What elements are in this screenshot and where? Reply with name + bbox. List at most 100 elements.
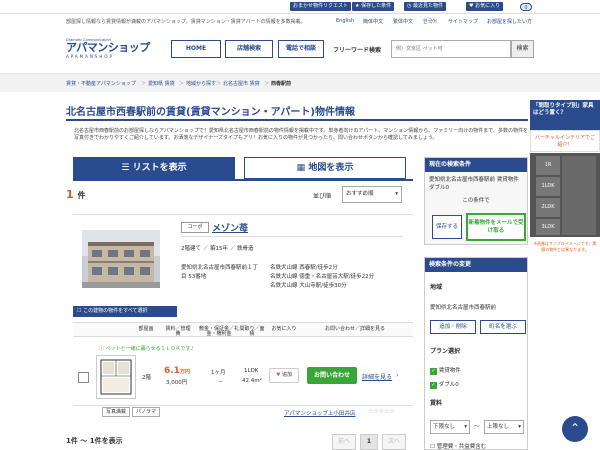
contact-button[interactable]: お問い合わせ [307,367,357,384]
rent-label: 賃料 [430,400,443,407]
tagline: 部屋探し情報なら賃貸情報が満載のアパマンショップ。賃貸マンション・賃貸アパートの… [66,19,306,25]
area-label: 地域 [430,284,443,291]
room-note: ⓘ ペットと一緒に暮らせる１ＬＤＫです♪ [99,346,194,352]
current-conditions-text: 愛知県北名古屋市西春駅前 賃貸物件 ダブル0 [429,177,519,191]
current-conditions-heading: 現在の検索条件 [425,158,527,172]
lang-english[interactable]: English [336,18,354,24]
freeword-label: フリーワード検索 [333,47,382,54]
building-address: 愛知県北名古屋市西春駅前１丁目 53番地 [181,265,259,280]
floorplan-image[interactable] [96,355,136,399]
freeword-search-input[interactable] [391,40,511,58]
recent-button[interactable]: ◷ 最近見た物件 [404,2,446,11]
shop-link[interactable]: アパマンショップ上小田井店 [284,409,355,417]
layout-note: ※画像はサンプルイメージです。実際の物件とは異なります。 [530,238,600,270]
fee-include-checkbox[interactable]: ☐ 管理費・共益費含む [430,442,486,450]
col-header: 敷金・保証金／礼金・権利金 [198,326,239,337]
favorites-button[interactable]: ♥ お気に入り [466,2,504,11]
area-edit-button[interactable]: 追加・削除 [430,320,476,334]
room-layout: 1LDK [244,368,259,374]
layout-banner-sub: バーチャルインテリアでご紹介！ [530,130,600,152]
lang-traditional-chinese[interactable]: 繁体中文 [393,18,413,25]
search-button[interactable]: 検索 [511,40,534,58]
detail-link[interactable]: 詳細を見る [362,372,392,381]
nav-phone-button[interactable]: 電話で相談 [278,40,324,58]
layout-type-2ldk[interactable]: 2LDK [536,198,560,217]
room-area: 42.4m² [242,378,262,384]
star-icon: ★ [355,3,360,9]
room-key-money: － [218,380,224,386]
chevron-up-icon: ⌃ [569,421,581,435]
breadcrumb-item[interactable]: 賃貸・不動産アパマンショップ [66,80,136,87]
building-type-badge: コーポ [181,222,209,233]
breadcrumb-item[interactable]: 愛知県 賃貸 [148,80,175,87]
scroll-to-top-button[interactable]: ⌃ [562,416,588,442]
request-button[interactable]: おまかせ物件リクエスト [290,2,352,11]
nav-shop-search-button[interactable]: 店舗検索 [225,40,273,58]
layout-type-3ldk[interactable]: 3LDK [536,219,560,235]
divider [181,236,403,237]
access-item: 名鉄犬山線 大山寺駅/徒歩30分 [270,283,347,289]
breadcrumb-item[interactable]: 北名古屋市 賃貸 [223,80,260,87]
breadcrumb-item[interactable]: 地域から探す [186,80,216,87]
col-header: 賃料／管理費 [165,326,191,337]
intro-text: 北名古屋市西春駅前のお部屋探しならアパマンショップで！愛知県北名古屋市西春駅前の… [74,128,529,141]
rent-max-select[interactable]: 上限なし ▾ [484,420,524,434]
pager-prev-button[interactable]: 前へ [332,434,356,450]
layout-preview-image [562,156,596,235]
chevron-down-icon: ▾ [518,424,521,430]
room-floor: 2階 [142,375,151,381]
breadcrumb-separator: ＞ [141,81,147,87]
plan-option-double0[interactable]: ✓ ダブル0 [430,380,459,389]
sort-select[interactable]: おすすめ順 ▾ [342,186,402,203]
access-list: 名鉄犬山線 西春駅/徒歩2分 名鉄犬山線 徳重・名古屋芸大駅/徒歩22分 名鉄犬… [270,264,410,291]
room-search-link[interactable]: お部屋を探したい方 [487,18,532,25]
heart-icon: ♥ [469,3,474,9]
sitemap-link[interactable]: サイトマップ [448,18,478,25]
lang-korean[interactable]: 한국어 [423,18,437,25]
layout-type-1r[interactable]: 1R [536,156,560,175]
result-count: 1 件 [66,188,86,201]
rent-min-select[interactable]: 下限なし ▾ [430,420,470,434]
page-title: 北名古屋市西春駅前の賃貸(賃貸マンション・アパート)物件情報 [66,103,528,121]
access-item: 名鉄犬山線 徳重・名古屋芸大駅/徒歩22分 [270,274,375,280]
building-name-link[interactable]: メゾン苺 [212,221,248,234]
photo-tag: 写真満載 [102,407,130,417]
building-spec: 2階建て ／ 築15年 ／ 鉄骨造 [181,246,254,252]
rating-stars: ☆☆☆☆☆ [368,408,395,415]
select-all-checkbox[interactable]: ☐ この建物の物件をすべて選択 [73,306,177,317]
town-select-button[interactable]: 町名を選ぶ [480,320,526,334]
add-favorite-button[interactable]: ♥ 追加 [269,368,299,383]
col-header: お気に入り [271,326,297,332]
layout-type-1ldk[interactable]: 1LDK [536,177,560,196]
pager-summary: 1件 ～ 1件を表示 [66,437,123,445]
building-photo[interactable] [82,230,160,288]
room-checkbox[interactable] [78,372,89,383]
tab-map-view[interactable]: ▦ 地図を表示 [244,157,406,179]
saved-conditions-button[interactable]: ★ 保存した条件 [352,2,395,11]
building-photo-image [82,230,160,288]
mail-alert-button[interactable]: 新着物件をメールで受け取る [466,213,526,241]
logo-text: アパマンショップ [66,41,150,54]
lang-simplified-chinese[interactable]: 簡体中文 [363,18,383,25]
tab-list-view[interactable]: ☰ リストを表示 [73,157,235,179]
pager-page-1[interactable]: 1 [360,434,378,450]
photo-tag: パノラマ [132,407,160,417]
chevron-down-icon: ▾ [395,191,398,197]
floorplan-drawing [100,359,132,395]
checkbox-checked-icon: ✓ [430,368,437,375]
chevron-down-icon: ▾ [464,424,467,430]
plan-option-rental[interactable]: ✓ 賃貸物件 [430,366,461,375]
breadcrumb-separator: ＞ [264,81,270,87]
logo[interactable]: Dramatic Communication アパマンショップ APAMANSH… [66,38,156,66]
room-rent: 6.1万円 [164,366,190,376]
checkbox-icon: ☐ [430,444,435,450]
change-conditions-heading: 検索条件の変更 [425,258,527,272]
pager-next-button[interactable]: 次へ [382,434,406,450]
clock-icon: ◷ [407,3,412,9]
nav-home-button[interactable]: HOME [171,40,221,58]
col-header: 部屋画 [138,326,154,332]
breadcrumb-separator: ＞ [179,81,185,87]
map-icon: ▦ [296,163,306,173]
layout-banner[interactable]: 「間取りタイプ別」家具はどう置く？ [530,100,600,130]
save-conditions-button[interactable]: 保存する [432,215,462,239]
